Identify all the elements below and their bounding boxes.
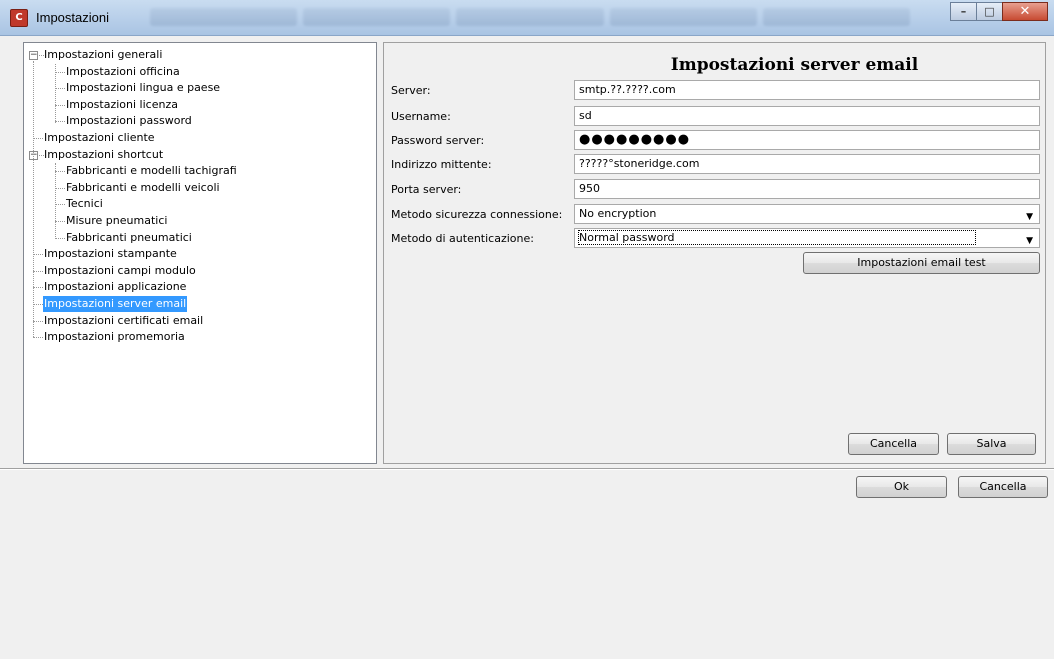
background-tab [150, 8, 298, 26]
tree-connector [33, 254, 43, 256]
tree-item-label: Impostazioni cliente [44, 130, 155, 144]
server-input[interactable]: smtp.??.????.com [574, 80, 1040, 100]
tree-item-label: Impostazioni server email [43, 295, 188, 312]
chevron-down-icon: ▼ [1026, 212, 1033, 222]
tree-connector [33, 61, 34, 338]
tree-connector [55, 204, 65, 206]
maximize-button[interactable]: □ [976, 2, 1003, 21]
tree-connector [55, 171, 65, 173]
settings-tree-panel: − Impostazioni generali Impostazioni offic… [23, 42, 377, 464]
close-button[interactable]: ✕ [1002, 2, 1048, 21]
tree-item-label: Fabbricanti pneumatici [66, 230, 192, 244]
window-controls: – □ ✕ [950, 2, 1048, 21]
password-input[interactable]: ●●●●●●●●● [574, 130, 1040, 150]
test-email-settings-button[interactable]: Impostazioni email test [803, 252, 1040, 274]
sender-address-label: Indirizzo mittente: [391, 158, 492, 171]
tree-connector [55, 220, 65, 222]
tree-connector [33, 320, 43, 322]
tree-connector [55, 163, 56, 240]
authentication-method-select[interactable]: Normal password ▼ [574, 228, 1040, 248]
tree-item-label: Impostazioni shortcut [44, 147, 164, 161]
tree-connector [55, 104, 65, 106]
tree-item-label: Fabbricanti e modelli tachigrafi [66, 164, 237, 178]
tree-item-label: Impostazioni password [66, 114, 192, 128]
panel-title-text: Impostazioni server email [670, 55, 919, 75]
background-window-tabs [150, 8, 911, 28]
tree-connector [33, 287, 43, 289]
tree-connector [55, 121, 65, 123]
tree-item-label: Fabbricanti e modelli veicoli [66, 180, 220, 194]
tree-item-label: Impostazioni applicazione [44, 280, 187, 294]
tree-connector [55, 88, 65, 90]
panel-title: Impostazioni server email [384, 55, 1045, 75]
footer-separator [0, 468, 1054, 470]
username-label: Username: [391, 110, 451, 123]
tree-item-label: Impostazioni lingua e paese [66, 81, 221, 95]
tree-item-label: Impostazioni campi modulo [44, 263, 196, 277]
tree-connector [33, 303, 43, 305]
tree-connector [55, 237, 65, 239]
tree-item-label: Impostazioni stampante [44, 247, 177, 261]
tree-connector [33, 270, 43, 272]
tree-connector [55, 63, 56, 123]
window-title: Impostazioni [36, 10, 109, 25]
tree-item-label: Impostazioni certificati email [44, 313, 204, 327]
tree-item-label: Impostazioni officina [66, 64, 180, 78]
password-label: Password server: [391, 134, 485, 147]
tree-item-label: Tecnici [66, 197, 103, 211]
tree-connector [33, 137, 43, 139]
title-bar: C Impostazioni – □ ✕ [0, 0, 1054, 36]
email-server-settings-panel: Impostazioni server email Server: smtp.?… [383, 42, 1046, 464]
tree-item-label: Impostazioni promemoria [44, 330, 185, 344]
tree-item-label: Impostazioni generali [44, 48, 163, 61]
app-icon: C [10, 9, 28, 27]
tree-connector [55, 71, 65, 73]
port-label: Porta server: [391, 183, 462, 196]
panel-cancel-button[interactable]: Cancella [848, 433, 939, 455]
footer-cancel-button[interactable]: Cancella [958, 476, 1048, 498]
chevron-down-icon: ▼ [1026, 236, 1033, 246]
background-tab [303, 8, 451, 26]
panel-save-button[interactable]: Salva [947, 433, 1036, 455]
port-input[interactable]: 950 [574, 179, 1040, 199]
close-icon: ✕ [1019, 4, 1031, 19]
minimize-icon: – [960, 5, 967, 18]
sender-address-input[interactable]: ?????°stoneridge.com [574, 154, 1040, 174]
connection-security-label: Metodo sicurezza connessione: [391, 208, 563, 221]
tree-connector [33, 337, 43, 339]
tree-item-label: Misure pneumatici [66, 213, 168, 227]
authentication-method-value: Normal password [578, 230, 976, 245]
background-tab [456, 8, 604, 26]
connection-security-select[interactable]: No encryption ▼ [574, 204, 1040, 224]
minimize-button[interactable]: – [950, 2, 977, 21]
ok-button[interactable]: Ok [856, 476, 947, 498]
username-input[interactable]: sd [574, 106, 1040, 126]
connection-security-value: No encryption [579, 207, 657, 220]
background-tab [609, 8, 757, 26]
server-label: Server: [391, 84, 431, 97]
tree-collapse-icon[interactable]: − [29, 51, 38, 60]
maximize-icon: □ [984, 5, 995, 18]
background-tab [762, 8, 911, 26]
tree-connector [55, 187, 65, 189]
authentication-method-label: Metodo di autenticazione: [391, 232, 534, 245]
tree-item-label: Impostazioni licenza [66, 97, 178, 111]
